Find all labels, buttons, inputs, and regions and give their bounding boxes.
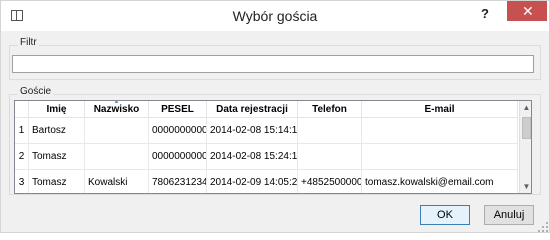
cell-telefon[interactable]: +48525000001 [298,170,362,193]
resize-grip-icon[interactable] [538,222,548,232]
close-icon: ✕ [522,3,534,19]
cell-imie[interactable]: Tomasz [29,144,85,170]
header-nazwisko[interactable]: ▲ Nazwisko [85,101,149,118]
guests-group: Goście Imię ▲ Nazwisko PESEL Data rejest… [9,86,541,195]
guest-selection-dialog: Wybór gościa ? ✕ Filtr Goście Imię ▲ Naz… [0,0,550,233]
row-number[interactable]: 2 [15,144,29,170]
help-button[interactable]: ? [477,6,493,24]
table-row[interactable]: 1 Bartosz 00000000001 2014-02-08 15:14:1… [15,118,518,144]
cell-email[interactable]: tomasz.kowalski@email.com [362,170,518,193]
header-data-rejestracji[interactable]: Data rejestracji [207,101,298,118]
scroll-thumb[interactable] [522,117,531,139]
header-corner[interactable] [15,101,29,118]
filter-group: Filtr [9,37,541,80]
guests-table[interactable]: Imię ▲ Nazwisko PESEL Data rejestracji T… [14,100,532,194]
table-row[interactable]: 2 Tomasz 00000000002 2014-02-08 15:24:10 [15,144,518,170]
cell-imie[interactable]: Bartosz [29,118,85,144]
cell-pesel[interactable]: 00000000002 [149,144,207,170]
cell-data-rejestracji[interactable]: 2014-02-08 15:14:18 [207,118,298,144]
window-title: Wybór gościa [232,8,318,24]
header-email[interactable]: E-mail [362,101,518,118]
table-header: Imię ▲ Nazwisko PESEL Data rejestracji T… [15,101,518,118]
close-button[interactable]: ✕ [507,1,547,21]
row-number[interactable]: 1 [15,118,29,144]
title-bar[interactable]: Wybór gościa ? ✕ [1,1,549,31]
header-nazwisko-label: Nazwisko [93,104,140,115]
table-row[interactable]: 3 Tomasz Kowalski 78062312345 2014-02-09… [15,170,518,193]
vertical-scrollbar[interactable]: ▲ ▼ [519,101,531,193]
sort-ascending-icon: ▲ [113,100,120,105]
scroll-up-icon[interactable]: ▲ [520,101,531,114]
cell-telefon[interactable] [298,144,362,170]
cell-nazwisko[interactable]: Kowalski [85,170,149,193]
cell-pesel[interactable]: 00000000001 [149,118,207,144]
guests-group-label: Goście [18,86,54,97]
cell-data-rejestracji[interactable]: 2014-02-09 14:05:21 [207,170,298,193]
cell-nazwisko[interactable] [85,118,149,144]
filter-group-label: Filtr [18,37,39,48]
row-number[interactable]: 3 [15,170,29,193]
header-imie[interactable]: Imię [29,101,85,118]
cell-imie[interactable]: Tomasz [29,170,85,193]
scroll-down-icon[interactable]: ▼ [520,180,531,193]
cell-telefon[interactable] [298,118,362,144]
filter-input[interactable] [12,55,534,73]
header-pesel[interactable]: PESEL [149,101,207,118]
cell-email[interactable] [362,118,518,144]
cell-pesel[interactable]: 78062312345 [149,170,207,193]
cell-data-rejestracji[interactable]: 2014-02-08 15:24:10 [207,144,298,170]
cancel-button[interactable]: Anuluj [484,205,534,225]
cell-nazwisko[interactable] [85,144,149,170]
header-telefon[interactable]: Telefon [298,101,362,118]
cell-email[interactable] [362,144,518,170]
ok-button[interactable]: OK [420,205,470,225]
